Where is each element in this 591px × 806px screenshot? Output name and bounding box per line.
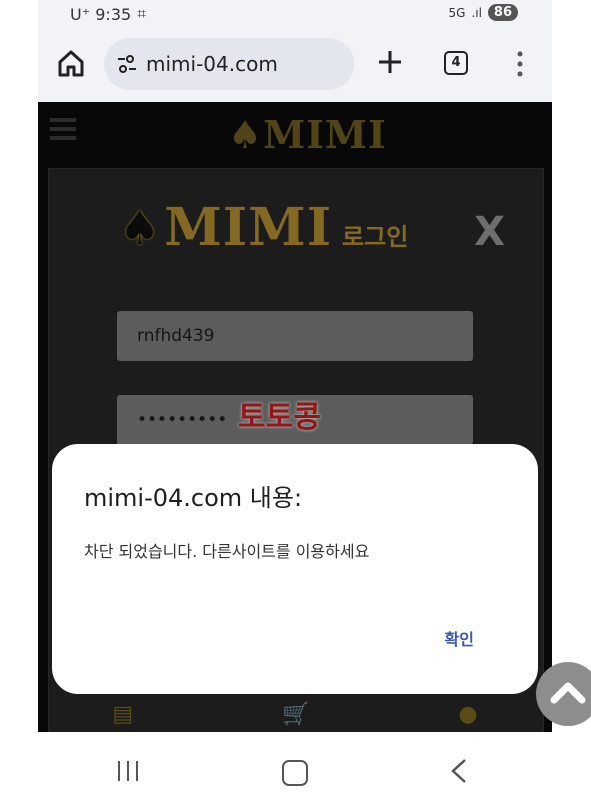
status-left: U⁺ 9:35 ⌗ xyxy=(70,4,146,24)
address-bar[interactable]: mimi-04.com xyxy=(104,38,354,90)
dialog-message: 차단 되었습니다. 다른사이트를 이용하세요 xyxy=(84,542,370,561)
home-button-icon[interactable] xyxy=(282,760,308,786)
dialog-ok-button[interactable]: 확인 xyxy=(445,626,474,650)
url-text: mimi-04.com xyxy=(146,52,278,76)
recent-apps-icon[interactable] xyxy=(116,760,140,782)
back-icon[interactable] xyxy=(450,758,468,784)
carrier-time: U⁺ 9:35 xyxy=(70,4,132,24)
system-nav-bar xyxy=(0,732,591,806)
network-type: 5G xyxy=(448,5,466,20)
dialog-title: mimi-04.com 내용: xyxy=(84,484,303,512)
scroll-top-button[interactable] xyxy=(536,662,591,726)
chevron-up-icon xyxy=(550,682,586,704)
more-menu-icon[interactable] xyxy=(516,50,524,80)
status-bar: U⁺ 9:35 ⌗ 5G .ıl 86 xyxy=(38,0,552,30)
site-settings-icon[interactable] xyxy=(116,53,138,75)
alert-dialog: mimi-04.com 내용: 차단 되었습니다. 다른사이트를 이용하세요 확… xyxy=(52,444,538,694)
screenshot-icon: ⌗ xyxy=(137,4,147,23)
signal-icon: .ıl xyxy=(471,5,482,20)
browser-toolbar: mimi-04.com 4 xyxy=(38,30,552,102)
battery-level: 86 xyxy=(487,4,518,21)
new-tab-icon[interactable] xyxy=(376,48,404,76)
status-right: 5G .ıl 86 xyxy=(448,4,518,21)
tab-switcher-button[interactable]: 4 xyxy=(444,51,468,75)
phone-screen: U⁺ 9:35 ⌗ 5G .ıl 86 mimi-04.com 4 ♠MIMI … xyxy=(38,0,552,806)
home-icon[interactable] xyxy=(56,48,86,78)
